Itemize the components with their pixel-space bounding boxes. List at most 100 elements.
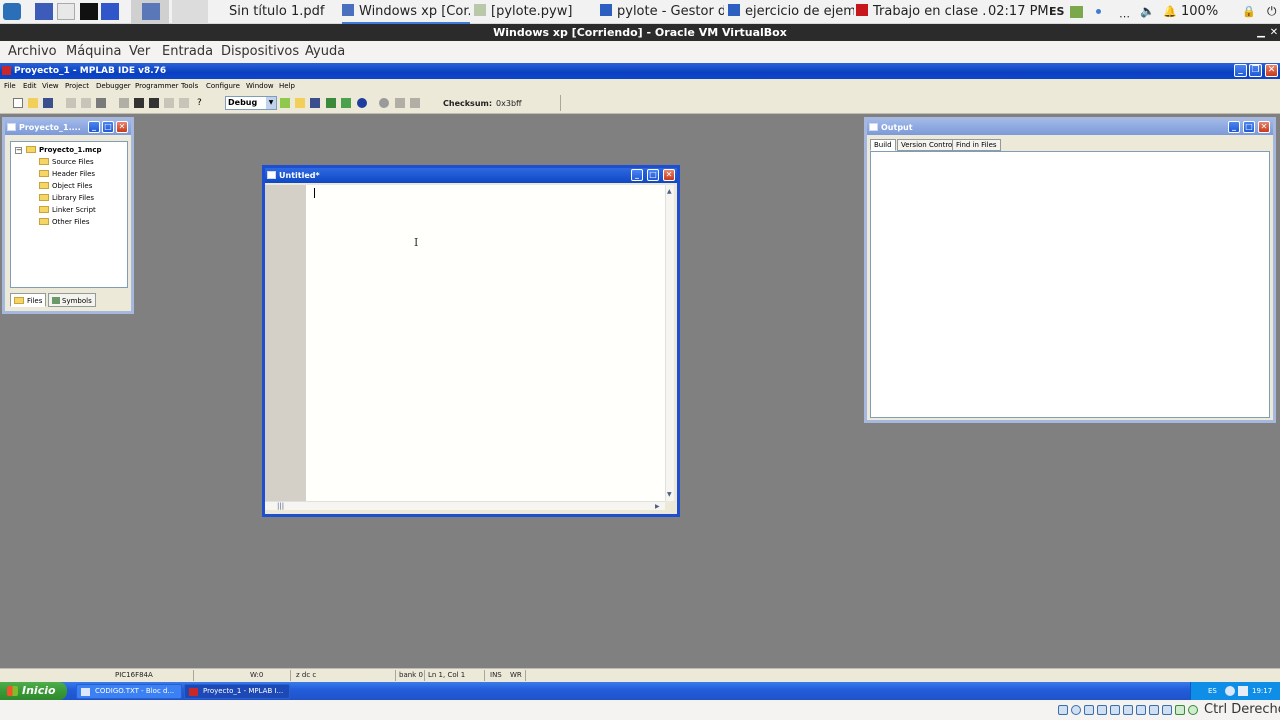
host-tab-pylote[interactable]: [pylote.pyw] — [474, 0, 596, 24]
info-icon[interactable] — [357, 98, 367, 108]
tree-header-files[interactable]: Header Files — [39, 168, 95, 180]
tree-other-files[interactable]: Other Files — [39, 216, 89, 228]
battery-indicator[interactable]: 100% — [1181, 0, 1218, 23]
menu-edit[interactable]: Edit — [23, 82, 37, 90]
audio-icon[interactable] — [1084, 705, 1094, 715]
save-project-icon[interactable] — [310, 98, 320, 108]
find-in-files-icon[interactable] — [149, 98, 159, 108]
tab-files[interactable]: Files — [10, 293, 47, 307]
project-minimize-button[interactable]: _ — [88, 121, 100, 133]
host-tab-gestor[interactable]: pylote - Gestor d... — [600, 0, 724, 24]
menu-debugger[interactable]: Debugger — [96, 82, 131, 90]
build-configuration-select[interactable]: Debug ▼ — [225, 96, 277, 110]
vbox-menu-entrada[interactable]: Entrada — [162, 44, 213, 59]
shared-folders-icon[interactable] — [1123, 705, 1133, 715]
hard-disk-icon[interactable] — [1058, 705, 1068, 715]
mplab-close-button[interactable]: ✕ — [1265, 64, 1278, 77]
mouse-integration-icon[interactable] — [1162, 705, 1172, 715]
scroll-thumb[interactable]: ||| — [277, 502, 284, 510]
app-launcher-icon[interactable] — [3, 3, 21, 20]
file-manager-icon[interactable] — [57, 3, 75, 20]
vbox-close-button[interactable]: ✕ — [1268, 24, 1280, 41]
editor-vertical-scrollbar[interactable]: ▲ ▼ — [665, 185, 674, 501]
usb-icon[interactable] — [1110, 705, 1120, 715]
host-tab-ejercicio[interactable]: ejercicio de ejem... — [728, 0, 854, 24]
power-icon[interactable]: ⏻ — [1267, 0, 1277, 23]
project-close-button[interactable]: ✕ — [116, 121, 128, 133]
lock-icon[interactable]: 🔒 — [1242, 0, 1256, 23]
output-maximize-button[interactable]: □ — [1243, 121, 1255, 133]
reset-icon[interactable] — [379, 98, 389, 108]
make-icon[interactable] — [341, 98, 351, 108]
task-notepad[interactable]: CODIGO.TXT - Bloc d... — [76, 684, 182, 699]
menu-project[interactable]: Project — [65, 82, 89, 90]
copy-icon[interactable] — [81, 98, 91, 108]
output-minimize-button[interactable]: _ — [1228, 121, 1240, 133]
open-project-icon[interactable] — [295, 98, 305, 108]
tab-build[interactable]: Build — [870, 139, 896, 151]
launcher-slot[interactable] — [172, 0, 208, 24]
print-icon[interactable] — [119, 98, 129, 108]
menu-programmer[interactable]: Programmer — [135, 82, 179, 90]
mplab-app-icon[interactable] — [2, 66, 11, 75]
vbox-menu-ver[interactable]: Ver — [129, 44, 150, 59]
menu-configure[interactable]: Configure — [206, 82, 240, 90]
virtualbox-launcher-icon[interactable] — [101, 3, 119, 20]
menu-view[interactable]: View — [42, 82, 59, 90]
tab-version-control[interactable]: Version Control — [897, 139, 959, 151]
watch-icon[interactable] — [395, 98, 405, 108]
output-text-area[interactable] — [870, 151, 1270, 418]
tray-clock[interactable]: 19:17 — [1252, 682, 1272, 700]
vbox-minimize-button[interactable]: ▁ — [1255, 24, 1267, 41]
volume-icon[interactable]: 🔈 — [1140, 0, 1155, 23]
paste-icon[interactable] — [96, 98, 106, 108]
save-icon[interactable] — [43, 98, 53, 108]
memory-icon[interactable] — [410, 98, 420, 108]
scroll-up-icon[interactable]: ▲ — [667, 188, 672, 195]
display-icon[interactable] — [1136, 705, 1146, 715]
vbox-menu-ayuda[interactable]: Ayuda — [305, 44, 345, 59]
build-all-icon[interactable] — [326, 98, 336, 108]
cpu-activity-icon[interactable] — [1175, 705, 1185, 715]
host-tab-vbox[interactable]: Windows xp [Cor... — [342, 0, 470, 24]
desktop-1-icon[interactable] — [35, 3, 53, 20]
tree-source-files[interactable]: Source Files — [39, 156, 94, 168]
open-file-icon[interactable] — [28, 98, 38, 108]
tab-find-in-files[interactable]: Find in Files — [952, 139, 1001, 151]
new-file-icon[interactable] — [13, 98, 23, 108]
vbox-menu-dispositivos[interactable]: Dispositivos — [221, 44, 299, 59]
tab-symbols[interactable]: Symbols — [48, 293, 96, 307]
host-tab-trabajo[interactable]: Trabajo en clase ... — [856, 0, 986, 24]
cut-icon[interactable] — [66, 98, 76, 108]
editor-close-button[interactable]: ✕ — [663, 169, 675, 181]
notification-bell-icon[interactable]: 🔔 — [1163, 0, 1177, 23]
start-button[interactable]: Inicio — [0, 682, 67, 700]
tree-library-files[interactable]: Library Files — [39, 192, 94, 204]
scroll-down-icon[interactable]: ▼ — [667, 491, 672, 498]
editor-text-area[interactable]: I — [306, 185, 665, 501]
mplab-restore-button[interactable]: ❐ — [1249, 64, 1262, 77]
menu-tools[interactable]: Tools — [181, 82, 198, 90]
host-tab-pdf[interactable]: Sin título 1.pdf — [212, 0, 338, 24]
project-tree[interactable]: − Proyecto_1.mcp Source Files Header Fil… — [10, 141, 128, 288]
optical-drive-icon[interactable] — [1071, 705, 1081, 715]
tray-network-icon[interactable] — [1225, 686, 1235, 696]
help-icon[interactable]: ? — [197, 98, 207, 108]
tree-object-files[interactable]: Object Files — [39, 180, 92, 192]
output-close-button[interactable]: ✕ — [1258, 121, 1270, 133]
vbox-menu-maquina[interactable]: Máquina — [66, 44, 122, 59]
editor-minimize-button[interactable]: _ — [631, 169, 643, 181]
tray-language[interactable]: ES — [1208, 682, 1217, 700]
new-project-icon[interactable] — [280, 98, 290, 108]
scroll-right-icon[interactable]: ▶ — [655, 503, 660, 510]
bookmark-next-icon[interactable] — [179, 98, 189, 108]
host-clock[interactable]: 02:17 PM — [988, 0, 1049, 23]
find-icon[interactable] — [134, 98, 144, 108]
collapse-icon[interactable]: − — [15, 147, 22, 154]
host-keyboard-layout[interactable]: ES — [1049, 0, 1064, 23]
editor-maximize-button[interactable]: □ — [647, 169, 659, 181]
tree-root[interactable]: Proyecto_1.mcp — [26, 144, 102, 156]
menu-file[interactable]: File — [4, 82, 16, 90]
mplab-minimize-button[interactable]: _ — [1234, 64, 1247, 77]
host-key-indicator[interactable]: Ctrl Derecho — [1204, 702, 1280, 717]
